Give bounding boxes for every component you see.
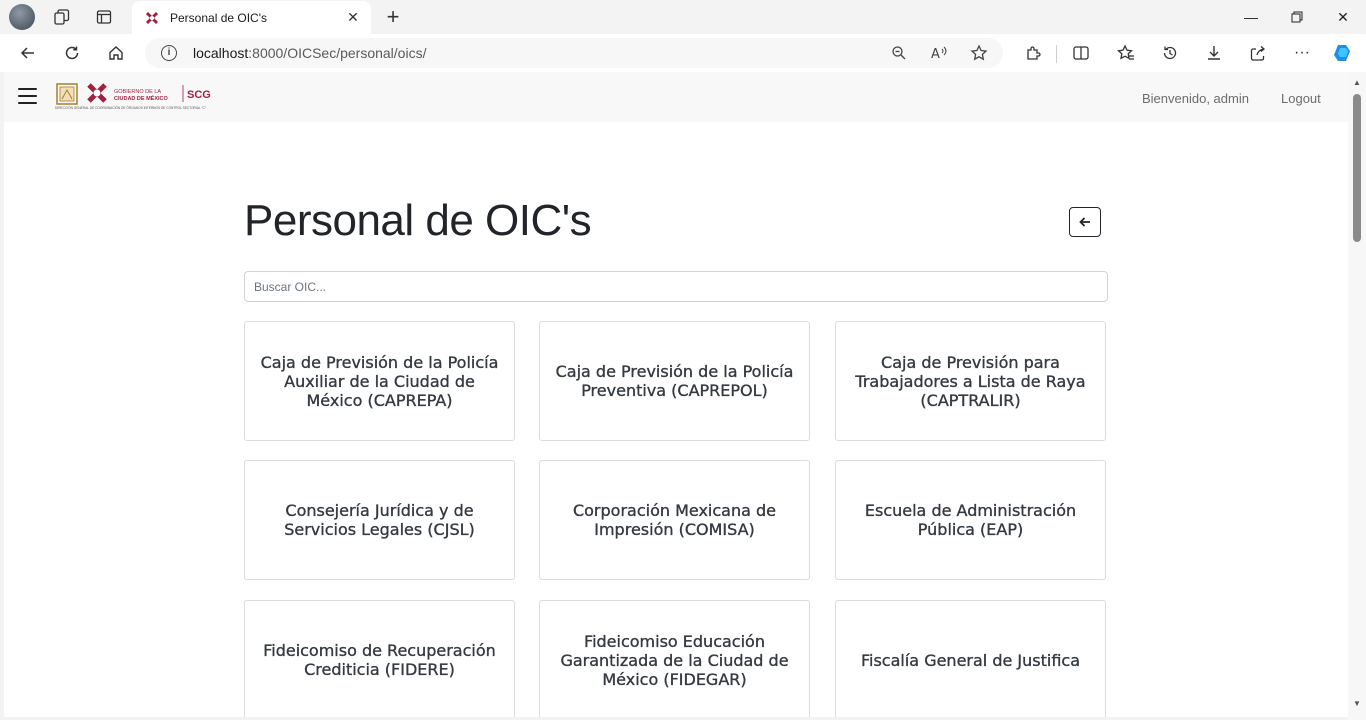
scrollbar-thumb[interactable] xyxy=(1353,94,1361,242)
site-header: GOBIERNO DE LA CIUDAD DE MÉXICO SCG DIRE… xyxy=(4,72,1348,122)
extensions-icon[interactable] xyxy=(1022,42,1044,64)
zoom-out-icon[interactable] xyxy=(889,43,909,63)
downloads-icon[interactable] xyxy=(1203,42,1225,64)
profile-avatar[interactable] xyxy=(9,4,35,30)
minimize-button[interactable]: — xyxy=(1228,0,1274,34)
copilot-icon[interactable] xyxy=(1332,42,1354,64)
more-options-icon[interactable]: ··· xyxy=(1291,42,1313,64)
site-info-icon[interactable]: i xyxy=(161,45,177,61)
new-tab-button[interactable]: + xyxy=(381,4,405,29)
refresh-icon[interactable] xyxy=(61,42,83,64)
oic-card[interactable]: Fiscalía General de Justifica xyxy=(835,600,1106,717)
welcome-text: Bienvenido, admin xyxy=(1142,91,1249,106)
search-oic-input[interactable] xyxy=(244,271,1108,302)
address-bar[interactable]: i localhost:8000/OICSec/personal/oics/ A xyxy=(145,38,1003,68)
home-icon[interactable] xyxy=(105,42,127,64)
scroll-down-icon[interactable]: ▼ xyxy=(1352,699,1362,709)
svg-text:A: A xyxy=(931,47,940,61)
favorites-icon[interactable] xyxy=(1115,42,1137,64)
back-button[interactable] xyxy=(1069,207,1101,237)
svg-text:SCG: SCG xyxy=(187,89,211,101)
close-tab-icon[interactable]: ✕ xyxy=(343,8,363,28)
oic-card[interactable]: Caja de Previsión de la Policía Auxiliar… xyxy=(244,321,515,441)
read-aloud-icon[interactable]: A xyxy=(929,43,949,63)
oic-card[interactable]: Fideicomiso de Recuperación Crediticia (… xyxy=(244,600,515,717)
arrow-left-icon xyxy=(1079,217,1090,227)
logout-link[interactable]: Logout xyxy=(1281,91,1321,106)
close-window-button[interactable]: ✕ xyxy=(1320,0,1366,34)
government-logo[interactable]: GOBIERNO DE LA CIUDAD DE MÉXICO SCG DIRE… xyxy=(55,81,221,111)
oic-card[interactable]: Caja de Previsión de la Policía Preventi… xyxy=(539,321,810,441)
page-scrollbar[interactable]: ▲ ▼ xyxy=(1348,72,1366,720)
oic-card[interactable]: Consejería Jurídica y de Servicios Legal… xyxy=(244,460,515,580)
url-text[interactable]: localhost:8000/OICSec/personal/oics/ xyxy=(193,45,426,61)
browser-tab-active[interactable]: Personal de OIC's ✕ xyxy=(132,1,371,34)
tab-actions-icon[interactable] xyxy=(93,6,115,28)
svg-text:DIRECCIÓN GENERAL DE COORDINAC: DIRECCIÓN GENERAL DE COORDINACIÓN DE ÓRG… xyxy=(55,105,206,110)
menu-hamburger-icon[interactable] xyxy=(18,86,37,106)
share-icon[interactable] xyxy=(1247,42,1269,64)
browser-toolbar: i localhost:8000/OICSec/personal/oics/ A… xyxy=(0,34,1366,72)
back-arrow-icon[interactable] xyxy=(17,42,39,64)
tab-title: Personal de OIC's xyxy=(170,10,268,25)
scroll-up-icon[interactable]: ▲ xyxy=(1352,78,1362,88)
restore-button[interactable] xyxy=(1274,0,1320,34)
workspaces-icon[interactable] xyxy=(51,6,73,28)
history-icon[interactable] xyxy=(1159,42,1181,64)
oic-card[interactable]: Corporación Mexicana de Impresión (COMIS… xyxy=(539,460,810,580)
svg-text:GOBIERNO DE LA: GOBIERNO DE LA xyxy=(114,89,161,95)
favorite-star-icon[interactable] xyxy=(969,43,989,63)
oic-card[interactable]: Fideicomiso Educación Garantizada de la … xyxy=(539,600,810,717)
split-screen-icon[interactable] xyxy=(1070,42,1092,64)
page-title: Personal de OIC's xyxy=(244,196,592,245)
web-page: GOBIERNO DE LA CIUDAD DE MÉXICO SCG DIRE… xyxy=(4,72,1348,717)
tab-strip: Personal de OIC's ✕ + — ✕ xyxy=(0,0,1366,34)
oic-card[interactable]: Escuela de Administración Pública (EAP) xyxy=(835,460,1106,580)
svg-text:CIUDAD DE MÉXICO: CIUDAD DE MÉXICO xyxy=(114,94,169,102)
site-favicon-icon xyxy=(144,10,160,26)
oic-card[interactable]: Caja de Previsión para Trabajadores a Li… xyxy=(835,321,1106,441)
